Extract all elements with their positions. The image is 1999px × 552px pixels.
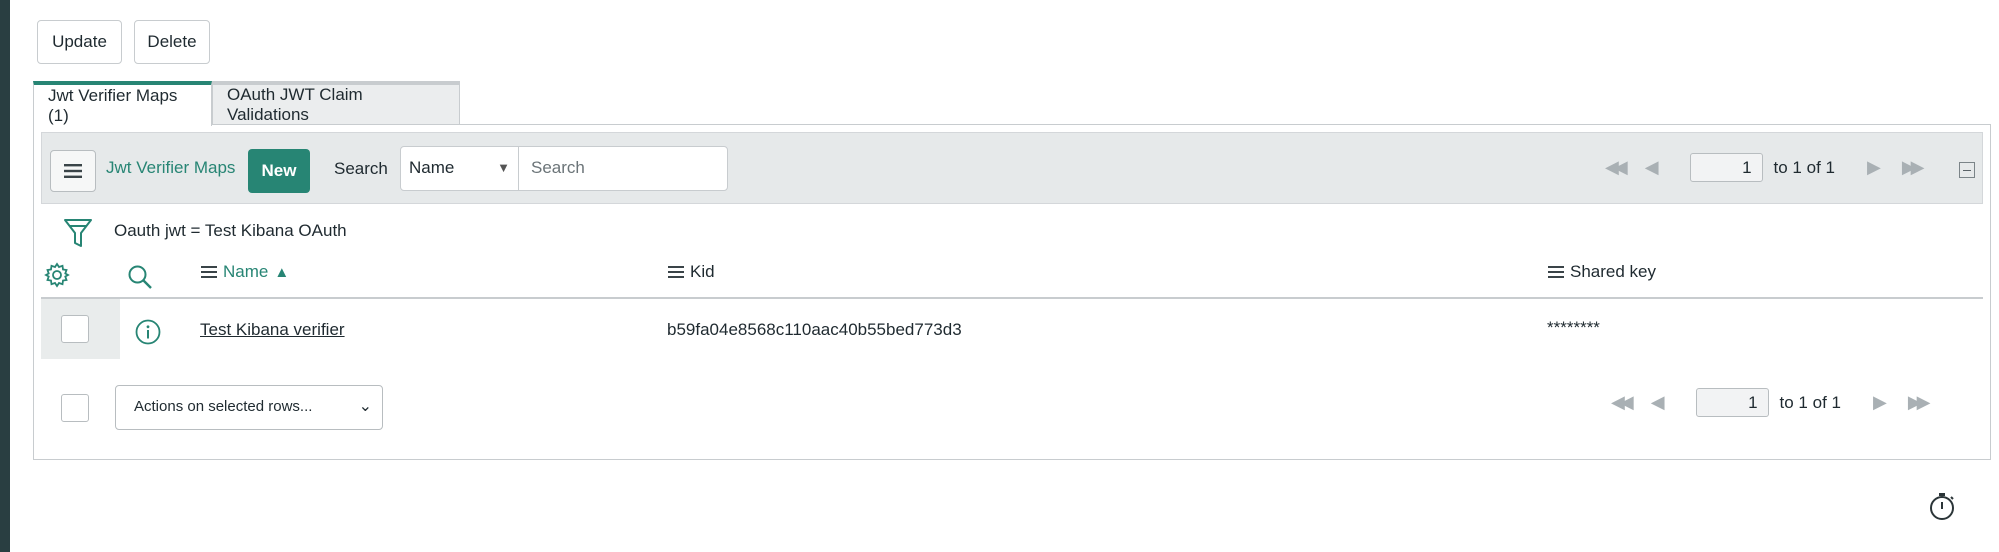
filter-breadcrumb[interactable]: Oauth jwt = Test Kibana OAuth — [114, 221, 347, 241]
stopwatch-icon[interactable] — [1928, 491, 1956, 521]
update-button[interactable]: Update — [37, 20, 122, 64]
app-left-edge — [0, 0, 10, 552]
next-page-icon[interactable]: ▶ — [1873, 392, 1887, 413]
search-icon[interactable] — [127, 264, 153, 290]
pagination-bottom: ◀◀ ◀ 1 to 1 of 1 ▶ ▶▶ — [1611, 388, 1931, 417]
delete-button[interactable]: Delete — [134, 20, 210, 64]
page-number-input[interactable]: 1 — [1689, 153, 1763, 182]
hamburger-icon — [64, 164, 82, 178]
gear-icon[interactable] — [44, 262, 70, 288]
sort-ascending-icon: ▲ — [274, 263, 290, 281]
row-shared-key: ******** — [1547, 318, 1600, 337]
pagination-top: ◀◀ ◀ 1 to 1 of 1 ▶ ▶▶ — [1605, 153, 1925, 182]
last-page-icon[interactable]: ▶▶ — [1908, 392, 1931, 413]
first-page-icon[interactable]: ◀◀ — [1605, 157, 1628, 178]
previous-page-icon[interactable]: ◀ — [1645, 157, 1659, 178]
column-header-kid[interactable]: Kid — [668, 262, 715, 282]
search-field-select[interactable]: Name ▼ — [400, 146, 519, 191]
column-header-name[interactable]: Name ▲ — [201, 262, 289, 282]
list-header-bar: Jwt Verifier Maps New Search Name ▼ Sear… — [41, 132, 1983, 204]
tab-jwt-verifier-maps[interactable]: Jwt Verifier Maps (1) — [33, 81, 212, 126]
column-label[interactable]: Name — [223, 262, 268, 282]
column-menu-icon[interactable] — [668, 263, 684, 281]
select-all-checkbox[interactable] — [61, 394, 89, 422]
search-field-value: Name — [409, 158, 455, 177]
row-checkbox[interactable] — [61, 315, 89, 343]
page-range-text: to 1 of 1 — [1779, 392, 1841, 412]
search-input[interactable]: Search — [518, 146, 728, 191]
filter-icon[interactable] — [63, 217, 93, 249]
column-label[interactable]: Shared key — [1570, 262, 1656, 282]
search-label: Search — [334, 159, 388, 178]
page-range-text: to 1 of 1 — [1773, 157, 1835, 177]
list-menu-button[interactable] — [50, 150, 96, 192]
info-icon[interactable] — [135, 319, 161, 345]
chevron-down-icon: ⌄ — [358, 398, 372, 415]
chevron-down-icon: ▼ — [497, 160, 510, 175]
first-page-icon[interactable]: ◀◀ — [1611, 392, 1634, 413]
column-menu-icon[interactable] — [1548, 263, 1564, 281]
related-list-panel: Jwt Verifier Maps New Search Name ▼ Sear… — [33, 124, 1991, 460]
row-name-link[interactable]: Test Kibana verifier — [200, 320, 345, 340]
previous-page-icon[interactable]: ◀ — [1651, 392, 1665, 413]
list-title[interactable]: Jwt Verifier Maps — [106, 158, 235, 178]
tab-oauth-jwt-claim-validations[interactable]: OAuth JWT Claim Validations — [212, 81, 460, 124]
actions-select-value: Actions on selected rows... — [134, 398, 313, 415]
last-page-icon[interactable]: ▶▶ — [1902, 157, 1925, 178]
column-header-shared-key[interactable]: Shared key — [1548, 262, 1656, 282]
row-kid: b59fa04e8568c110aac40b55bed773d3 — [667, 320, 962, 339]
new-button[interactable]: New — [248, 149, 310, 193]
actions-on-selected-rows-select[interactable]: Actions on selected rows... ⌄ — [115, 385, 383, 430]
divider — [41, 297, 1983, 299]
row-select-cell — [41, 299, 120, 359]
page-number-input[interactable]: 1 — [1695, 388, 1769, 417]
column-menu-icon[interactable] — [201, 263, 217, 281]
collapse-icon[interactable] — [1959, 162, 1975, 178]
column-label[interactable]: Kid — [690, 262, 715, 282]
next-page-icon[interactable]: ▶ — [1867, 157, 1881, 178]
